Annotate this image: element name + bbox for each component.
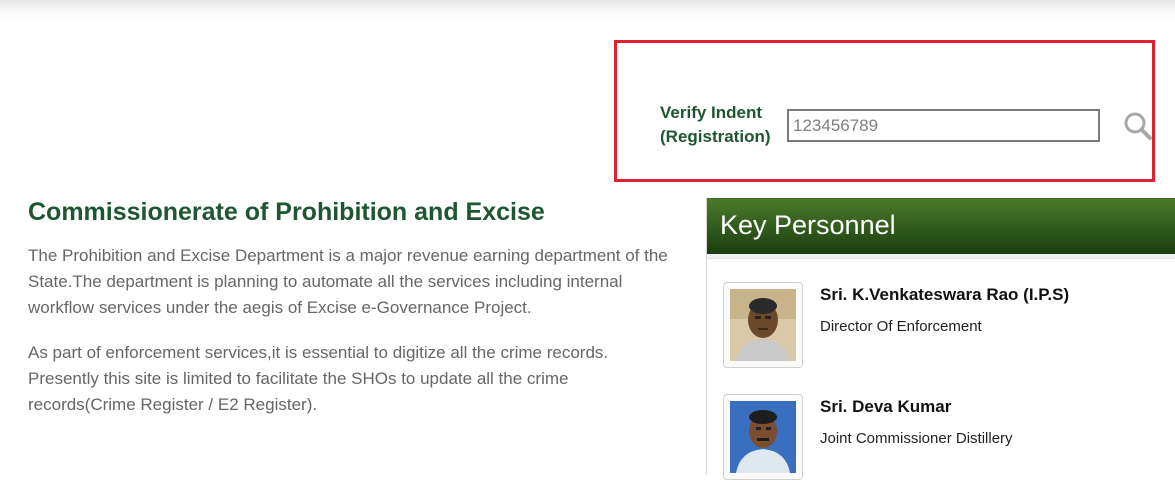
avatar: [723, 282, 803, 368]
avatar: [723, 394, 803, 480]
top-shadow: [0, 0, 1175, 22]
personnel-name: Sri. Deva Kumar: [820, 397, 952, 416]
person-photo: [730, 401, 796, 473]
page-title: Commissionerate of Prohibition and Excis…: [28, 198, 545, 226]
intro-paragraph: The Prohibition and Excise Department is…: [28, 246, 668, 317]
person-photo: [730, 289, 796, 361]
search-icon: [1124, 112, 1152, 140]
personnel-role: Director Of Enforcement: [820, 318, 982, 335]
divider: [707, 254, 1175, 259]
key-personnel-panel: Key Personnel Sri. K.Venkateswara Rao (I…: [706, 198, 1175, 480]
verify-indent-input[interactable]: [787, 109, 1100, 142]
personnel-role: Joint Commissioner Distillery: [820, 430, 1013, 447]
enforcement-paragraph: As part of enforcement services,it is es…: [28, 343, 609, 414]
personnel-name: Sri. K.Venkateswara Rao (I.P.S): [820, 285, 1070, 304]
verify-indent-panel: Verify Indent (Registration): [614, 40, 1155, 182]
verify-indent-label: Verify Indent (Registration): [660, 103, 771, 146]
key-personnel-header: Key Personnel: [707, 198, 1175, 254]
search-button[interactable]: [1121, 109, 1155, 143]
